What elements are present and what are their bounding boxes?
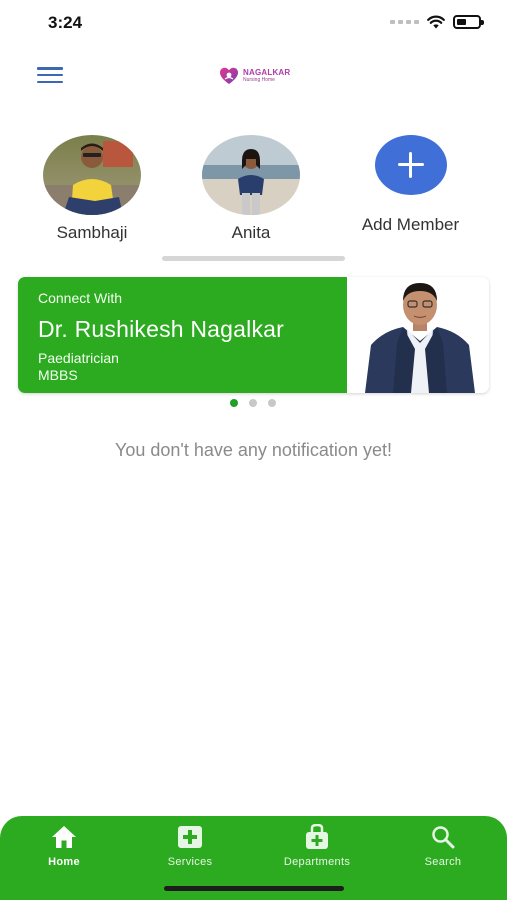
search-icon	[432, 826, 455, 849]
nav-label: Services	[167, 856, 213, 868]
battery-icon	[453, 15, 484, 29]
app-logo: NAGALKAR Nursing Home	[219, 65, 295, 87]
nav-label: Departments	[283, 856, 351, 868]
doctor-card-info: Connect With Dr. Rushikesh Nagalkar Paed…	[18, 277, 347, 393]
connect-with-label: Connect With	[38, 290, 123, 306]
avatar	[43, 135, 141, 215]
status-bar: 3:24	[0, 0, 507, 46]
doctor-specialty: Paediatrician	[38, 350, 119, 366]
medical-plus-icon	[178, 826, 202, 848]
doctor-photo	[363, 283, 478, 393]
status-indicators	[390, 15, 484, 29]
page-dot-active[interactable]	[230, 399, 238, 407]
nav-home[interactable]: Home	[9, 824, 119, 868]
logo-name: NAGALKAR	[243, 68, 291, 77]
doctor-name: Dr. Rushikesh Nagalkar	[38, 316, 285, 342]
medical-bag-icon	[306, 824, 328, 849]
member-sambhaji[interactable]: Sambhaji	[37, 135, 147, 243]
page-dot[interactable]	[249, 399, 257, 407]
carousel-page-indicator	[230, 399, 276, 407]
cellular-signal-icon	[390, 20, 419, 24]
home-icon	[52, 826, 76, 848]
status-time: 3:24	[48, 13, 83, 32]
add-member-label: Add Member	[361, 215, 460, 234]
nav-departments[interactable]: Departments	[262, 824, 372, 868]
member-name: Sambhaji	[56, 223, 128, 242]
members-scroll-indicator	[162, 256, 345, 261]
wifi-icon	[427, 15, 445, 29]
add-member-button[interactable]: Add Member	[345, 135, 476, 235]
member-name: Anita	[231, 223, 271, 242]
nav-label: Home	[48, 856, 80, 868]
hamburger-menu-icon[interactable]	[37, 67, 63, 83]
logo-heart-icon	[220, 67, 238, 84]
empty-notifications-message: You don't have any notification yet!	[115, 440, 392, 460]
logo-subtitle: Nursing Home	[243, 77, 275, 83]
doctor-card[interactable]: Connect With Dr. Rushikesh Nagalkar Paed…	[18, 277, 489, 393]
member-anita[interactable]: Anita	[196, 135, 306, 243]
doctor-degree: MBBS	[38, 367, 78, 383]
nav-label: Search	[424, 856, 462, 868]
avatar	[202, 135, 300, 215]
nav-services[interactable]: Services	[135, 824, 245, 868]
nav-search[interactable]: Search	[388, 824, 498, 868]
page-dot[interactable]	[268, 399, 276, 407]
home-indicator[interactable]	[164, 886, 344, 891]
add-icon	[374, 135, 447, 195]
